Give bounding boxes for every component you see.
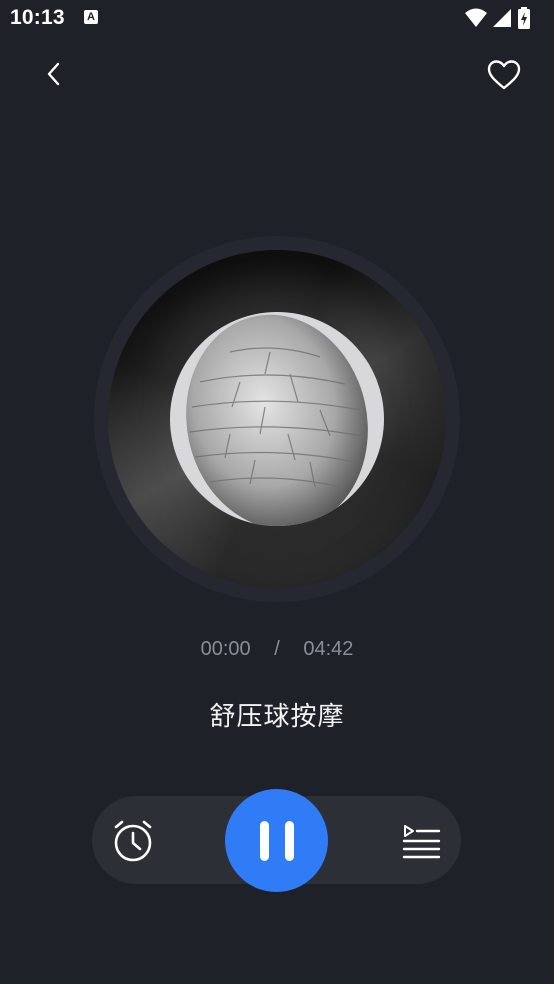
alarm-clock-icon — [114, 820, 152, 862]
playlist-button[interactable] — [392, 812, 450, 870]
back-button[interactable] — [36, 56, 72, 92]
time-separator: / — [274, 638, 280, 660]
chevron-left-icon — [47, 62, 60, 86]
track-title: 舒压球按摩 — [209, 701, 345, 731]
status-time: 10:13 — [10, 6, 65, 29]
album-disc — [94, 236, 460, 602]
stress-ball-image — [186, 314, 368, 526]
timer-button[interactable] — [104, 812, 162, 870]
status-icons — [464, 7, 544, 29]
favorite-button[interactable] — [484, 56, 524, 94]
pause-icon — [259, 820, 269, 861]
wifi-icon — [465, 8, 487, 27]
pause-button[interactable] — [225, 789, 328, 892]
vinyl-record — [108, 250, 446, 588]
heart-outline-icon — [487, 60, 521, 90]
status-bar: 10:13 A — [0, 0, 554, 38]
duration: 04:42 — [303, 638, 354, 660]
battery-charging-icon — [518, 7, 530, 29]
notification-a-icon: A — [84, 10, 98, 24]
playlist-icon — [402, 825, 441, 859]
time-display: 00:00 / 04:42 — [0, 638, 554, 664]
current-time: 00:00 — [200, 638, 251, 660]
album-cover — [170, 312, 384, 526]
signal-icon — [493, 9, 511, 27]
pause-icon-bar-right — [284, 820, 294, 861]
